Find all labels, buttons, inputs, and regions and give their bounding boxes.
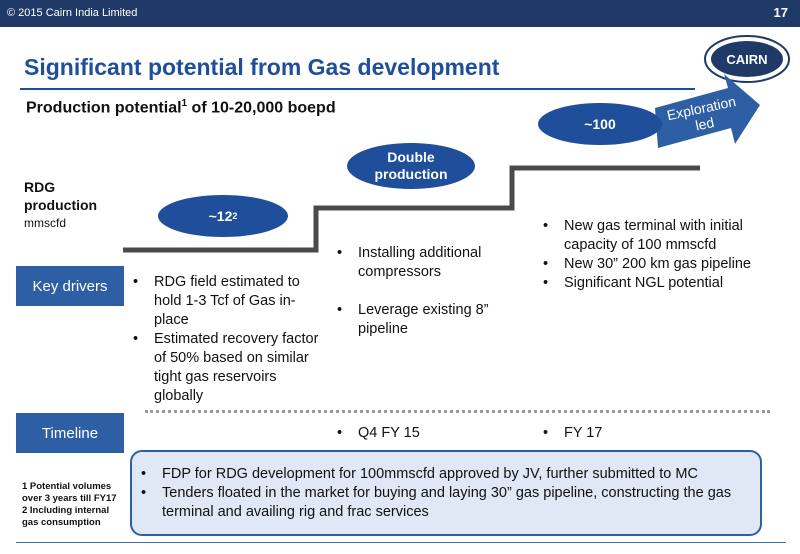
timeline-col3: FY 17: [540, 424, 602, 443]
stage1-value: ~12: [208, 207, 233, 224]
list-item: New gas terminal with initial capacity o…: [540, 217, 770, 255]
list-item: FDP for RDG development for 100mmscfd ap…: [138, 465, 753, 484]
timeline-col2: Q4 FY 15: [334, 424, 420, 443]
drivers-col3: New gas terminal with initial capacity o…: [540, 217, 770, 293]
list-item: Tenders floated in the market for buying…: [138, 484, 753, 522]
footnotes: 1 Potential volumes over 3 years till FY…: [22, 481, 122, 529]
list-item: Significant NGL potential: [540, 274, 770, 293]
stage3-badge: ~100: [538, 103, 662, 145]
drivers-col1: RDG field estimated to hold 1-3 Tcf of G…: [130, 273, 320, 406]
stage2-line2: production: [374, 166, 448, 182]
list-item: New 30” 200 km gas pipeline: [540, 255, 770, 274]
footnote-1: 1 Potential volumes over 3 years till FY…: [22, 481, 117, 504]
list-item: FY 17: [540, 424, 602, 443]
footnote-2: 2 Including internal gas consumption: [22, 505, 110, 528]
timeline-label: Timeline: [16, 413, 124, 453]
dotted-divider: [145, 410, 770, 413]
stage2-line1: Double: [387, 149, 435, 165]
list-item: Estimated recovery factor of 50% based o…: [130, 330, 320, 406]
fdp-list: FDP for RDG development for 100mmscfd ap…: [138, 465, 753, 522]
stage1-badge: ~12 2: [158, 195, 288, 237]
list-item: RDG field estimated to hold 1-3 Tcf of G…: [130, 273, 320, 330]
stage1-footnote-ref: 2: [232, 210, 238, 221]
bottom-divider: [16, 542, 786, 543]
stage2-badge: Double production: [347, 143, 475, 189]
list-item: Installing additional compressors: [334, 244, 524, 282]
key-drivers-label: Key drivers: [16, 266, 124, 306]
list-item: Leverage existing 8” pipeline: [334, 301, 524, 339]
drivers-col2: Installing additional compressors Levera…: [334, 244, 524, 339]
list-item: Q4 FY 15: [334, 424, 420, 443]
